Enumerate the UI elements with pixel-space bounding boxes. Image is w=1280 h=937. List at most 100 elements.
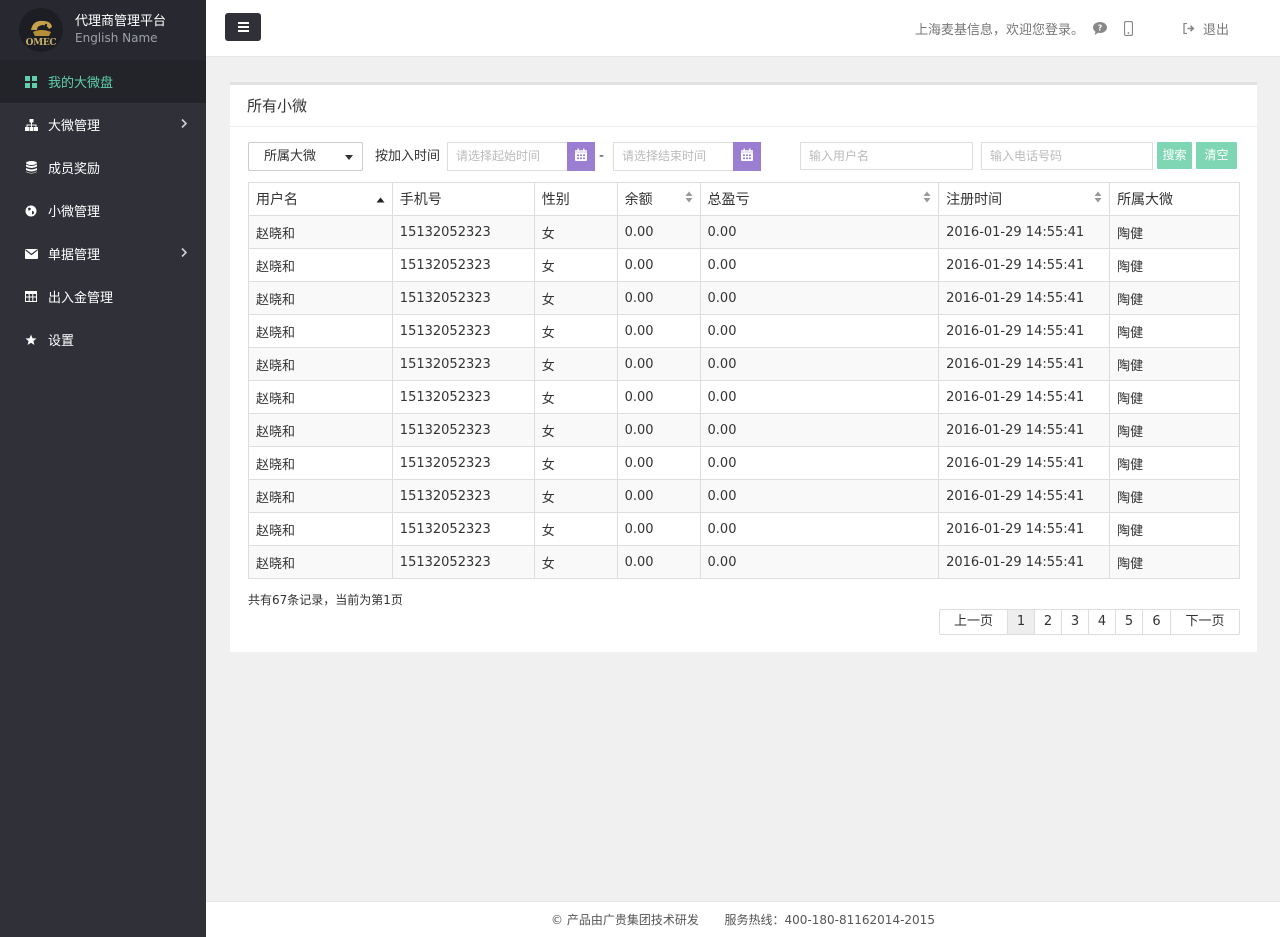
- table-cell: 陶健: [1109, 446, 1240, 480]
- table-cell: 女: [533, 545, 618, 579]
- sidebar-item-document-management[interactable]: 单据管理: [0, 232, 206, 275]
- sidebar-nav: 我的大微盘 大微管理 成员奖励 小微管理 单据管理 出入金管理 设置: [0, 60, 206, 361]
- table-cell: 0.00: [699, 281, 940, 315]
- sidebar: OMEC 代理商管理平台 English Name 我的大微盘 大微管理 成员奖…: [0, 0, 206, 937]
- page-number-button[interactable]: 2: [1035, 610, 1062, 634]
- sidebar-item-label: 大微管理: [48, 119, 101, 134]
- column-header-username[interactable]: 用户名: [248, 182, 393, 216]
- record-info: 共有67条记录，当前为第1页: [248, 593, 403, 607]
- sidebar-item-settings[interactable]: 设置: [0, 318, 206, 361]
- table-cell: 0.00: [699, 215, 940, 249]
- table-row[interactable]: 赵晓和 15132052323 女 0.00 0.00 2016-01-29 14:55:…: [248, 314, 1240, 348]
- phone-input[interactable]: 输入电话号码: [981, 142, 1153, 170]
- column-header-register-time[interactable]: 注册时间: [938, 182, 1111, 216]
- table-row[interactable]: 赵晓和 15132052323 女 0.00 0.00 2016-01-29 14:55:…: [248, 380, 1240, 414]
- table-cell: 赵晓和: [248, 446, 393, 480]
- brand-title: 代理商管理平台: [75, 14, 167, 29]
- table-cell: 2016-01-29 14:55:41: [938, 314, 1111, 348]
- date-separator: -: [599, 148, 605, 164]
- sidebar-item-label: 设置: [48, 334, 75, 349]
- table-icon: [24, 290, 38, 304]
- end-date-input[interactable]: 请选择结束时间: [613, 142, 734, 171]
- column-header-balance[interactable]: 余额: [616, 182, 701, 216]
- start-calendar-button[interactable]: [567, 142, 595, 171]
- table-cell: 15132052323: [391, 446, 535, 480]
- table-cell: 15132052323: [391, 380, 535, 414]
- start-date-input[interactable]: 请选择起始时间: [447, 142, 568, 171]
- table-cell: 0.00: [616, 413, 701, 447]
- table-cell: 15132052323: [391, 545, 535, 579]
- top-header: 上海麦基信息，欢迎您登录。 ? 退出: [206, 0, 1280, 57]
- page-number-group: 123456: [1008, 610, 1171, 634]
- page-number-button[interactable]: 3: [1062, 610, 1089, 634]
- table-header-row: 用户名 手机号 性别 余额 总盈亏 注册时间 所属大微: [248, 182, 1240, 216]
- page-number-button[interactable]: 6: [1143, 610, 1170, 634]
- company-logo: OMEC: [19, 8, 63, 52]
- table-row[interactable]: 赵晓和 15132052323 女 0.00 0.00 2016-01-29 14:55:…: [248, 248, 1240, 282]
- table-cell: 陶健: [1109, 347, 1240, 381]
- sidebar-item-dashboard[interactable]: 我的大微盘: [0, 60, 206, 103]
- mobile-icon[interactable]: [1123, 21, 1133, 36]
- sort-both-icon: [685, 191, 693, 207]
- table-cell: 0.00: [699, 512, 940, 546]
- join-time-label: 按加入时间: [375, 149, 441, 164]
- table-row[interactable]: 赵晓和 15132052323 女 0.00 0.00 2016-01-29 14:55:…: [248, 479, 1240, 513]
- end-calendar-button[interactable]: [733, 142, 761, 171]
- clear-button[interactable]: 清空: [1196, 142, 1237, 169]
- search-button[interactable]: 搜索: [1157, 142, 1192, 169]
- table-cell: 0.00: [616, 545, 701, 579]
- table-cell: 15132052323: [391, 215, 535, 249]
- caret-down-icon: [345, 155, 353, 160]
- table-cell: 赵晓和: [248, 314, 393, 348]
- svg-text:?: ?: [1098, 24, 1103, 33]
- major-select[interactable]: 所属大微: [248, 142, 363, 171]
- logout-button[interactable]: 退出: [1183, 19, 1229, 38]
- table-cell: 0.00: [699, 413, 940, 447]
- table-row[interactable]: 赵晓和 15132052323 女 0.00 0.00 2016-01-29 14:55:…: [248, 413, 1240, 447]
- table-cell: 女: [533, 314, 618, 348]
- table-row[interactable]: 赵晓和 15132052323 女 0.00 0.00 2016-01-29 14:55:…: [248, 347, 1240, 381]
- table-cell: 2016-01-29 14:55:41: [938, 347, 1111, 381]
- table-cell: 0.00: [616, 248, 701, 282]
- table-row[interactable]: 赵晓和 15132052323 女 0.00 0.00 2016-01-29 14:55:…: [248, 545, 1240, 579]
- next-page-button[interactable]: 下一页: [1171, 610, 1239, 634]
- sidebar-item-minor-management[interactable]: 小微管理: [0, 189, 206, 232]
- minor-users-table: 用户名 手机号 性别 余额 总盈亏 注册时间 所属大微 赵晓和 15132052…: [248, 182, 1240, 579]
- table-cell: 0.00: [616, 479, 701, 513]
- prev-page-button[interactable]: 上一页: [940, 610, 1008, 634]
- sidebar-item-member-rewards[interactable]: 成员奖励: [0, 146, 206, 189]
- page-number-button[interactable]: 4: [1089, 610, 1116, 634]
- menu-toggle-button[interactable]: [225, 13, 261, 41]
- table-cell: 15132052323: [391, 413, 535, 447]
- main-panel: 所有小微 所属大微 按加入时间 请选择起始时间 - 请选择结束时间 输入用户名 …: [230, 82, 1257, 652]
- table-cell: 0.00: [616, 380, 701, 414]
- calendar-icon: [574, 148, 588, 166]
- table-cell: 0.00: [699, 446, 940, 480]
- table-cell: 陶健: [1109, 215, 1240, 249]
- table-cell: 0.00: [699, 479, 940, 513]
- table-cell: 陶健: [1109, 248, 1240, 282]
- table-cell: 赵晓和: [248, 479, 393, 513]
- table-cell: 陶健: [1109, 380, 1240, 414]
- hamburger-icon: [237, 26, 249, 28]
- sidebar-item-funds-management[interactable]: 出入金管理: [0, 275, 206, 318]
- table-row[interactable]: 赵晓和 15132052323 女 0.00 0.00 2016-01-29 14:55:…: [248, 446, 1240, 480]
- table-cell: 女: [533, 380, 618, 414]
- sidebar-item-major-management[interactable]: 大微管理: [0, 103, 206, 146]
- table-row[interactable]: 赵晓和 15132052323 女 0.00 0.00 2016-01-29 14:55:…: [248, 281, 1240, 315]
- chat-icon[interactable]: ?: [1092, 21, 1108, 36]
- page-number-button[interactable]: 1: [1008, 610, 1035, 634]
- table-cell: 2016-01-29 14:55:41: [938, 413, 1111, 447]
- table-cell: 0.00: [616, 446, 701, 480]
- column-header-total-pnl[interactable]: 总盈亏: [699, 182, 940, 216]
- table-row[interactable]: 赵晓和 15132052323 女 0.00 0.00 2016-01-29 14:55:…: [248, 512, 1240, 546]
- sidebar-item-label: 小微管理: [48, 205, 101, 220]
- table-cell: 15132052323: [391, 314, 535, 348]
- page-number-button[interactable]: 5: [1116, 610, 1143, 634]
- table-row[interactable]: 赵晓和 15132052323 女 0.00 0.00 2016-01-29 14:55:…: [248, 215, 1240, 249]
- sort-both-icon: [1094, 191, 1102, 207]
- column-header-phone: 手机号: [391, 182, 535, 216]
- table-cell: 0.00: [616, 347, 701, 381]
- filter-bar: 所属大微 按加入时间 请选择起始时间 - 请选择结束时间 输入用户名 输入电话号…: [248, 142, 1239, 171]
- username-input[interactable]: 输入用户名: [800, 142, 973, 170]
